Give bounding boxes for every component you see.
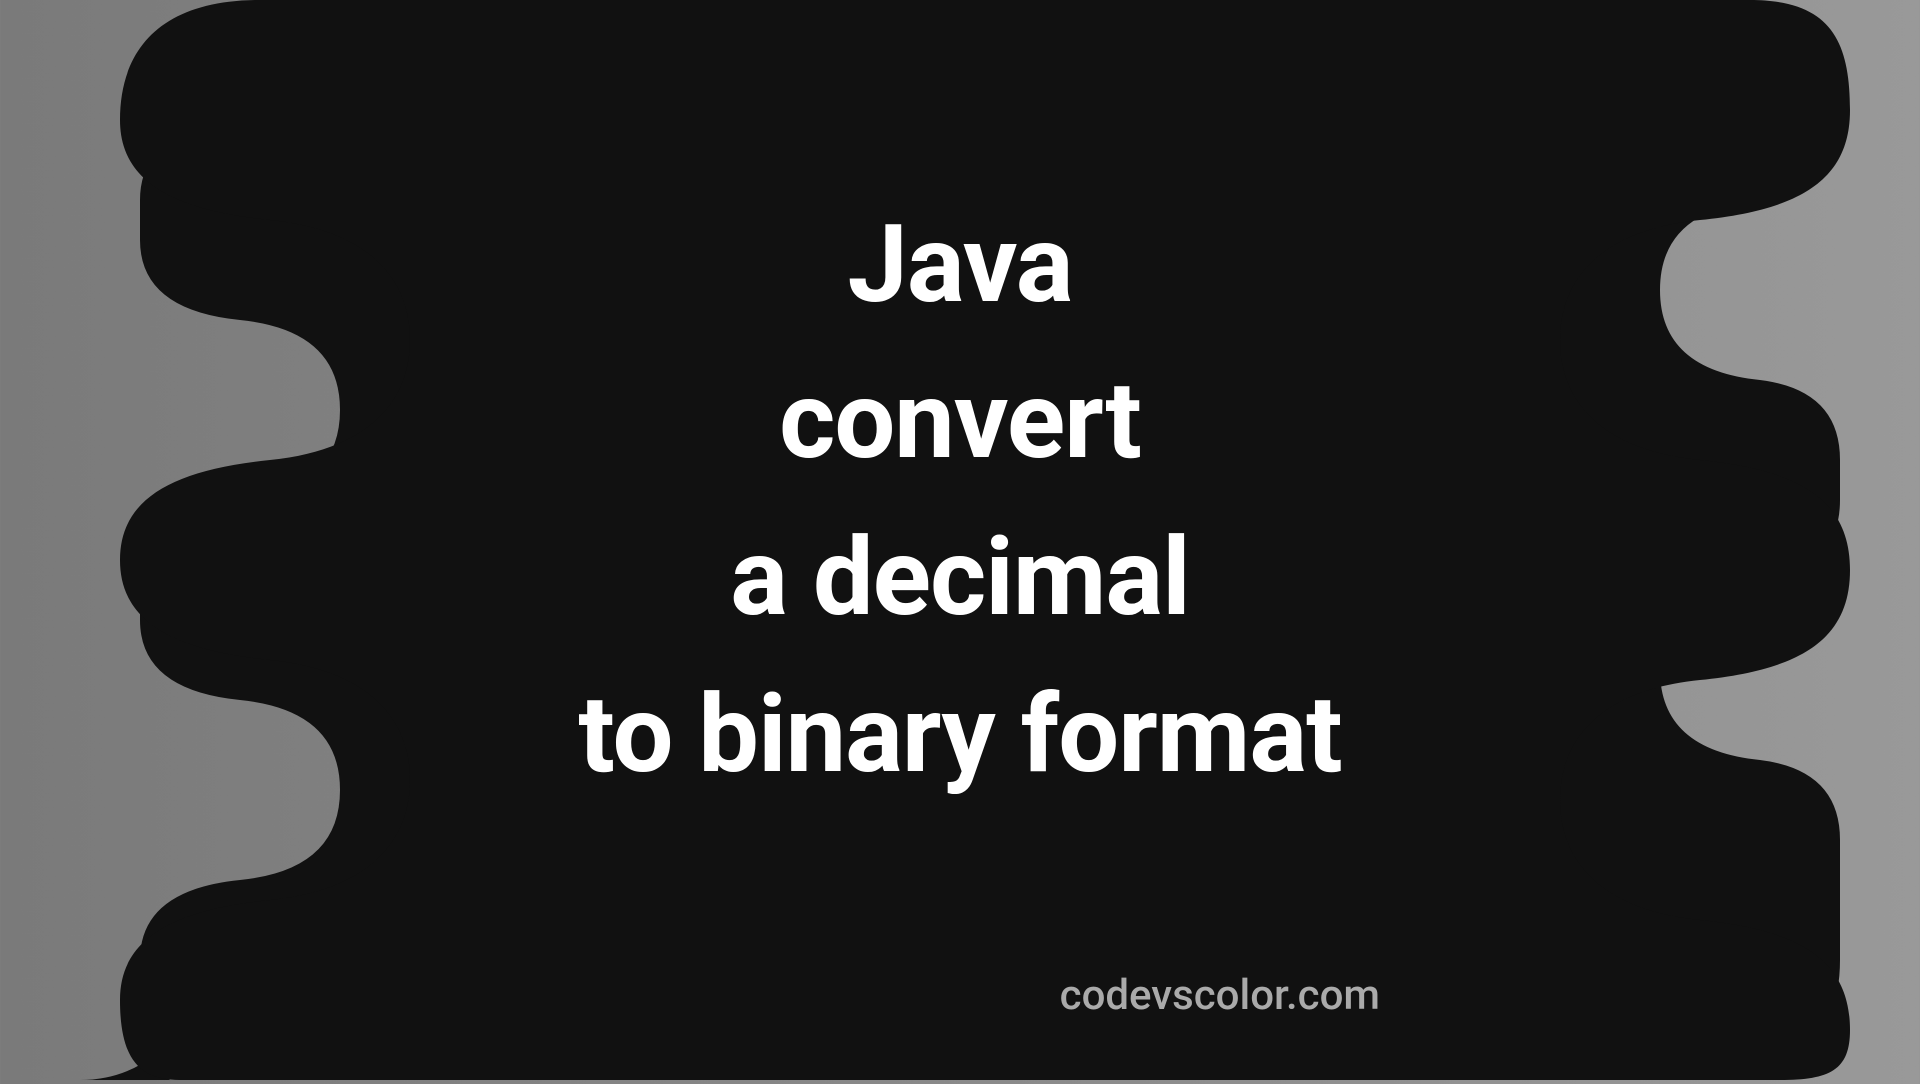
watermark-text: codevscolor.com — [1060, 971, 1380, 1020]
title-line-1: Java — [847, 187, 1072, 344]
title-line-2: convert — [779, 343, 1141, 500]
title-block: Java convert a decimal to binary format — [0, 0, 1920, 1080]
title-line-3: a decimal — [730, 500, 1190, 657]
title-line-4: to binary format — [578, 657, 1341, 814]
